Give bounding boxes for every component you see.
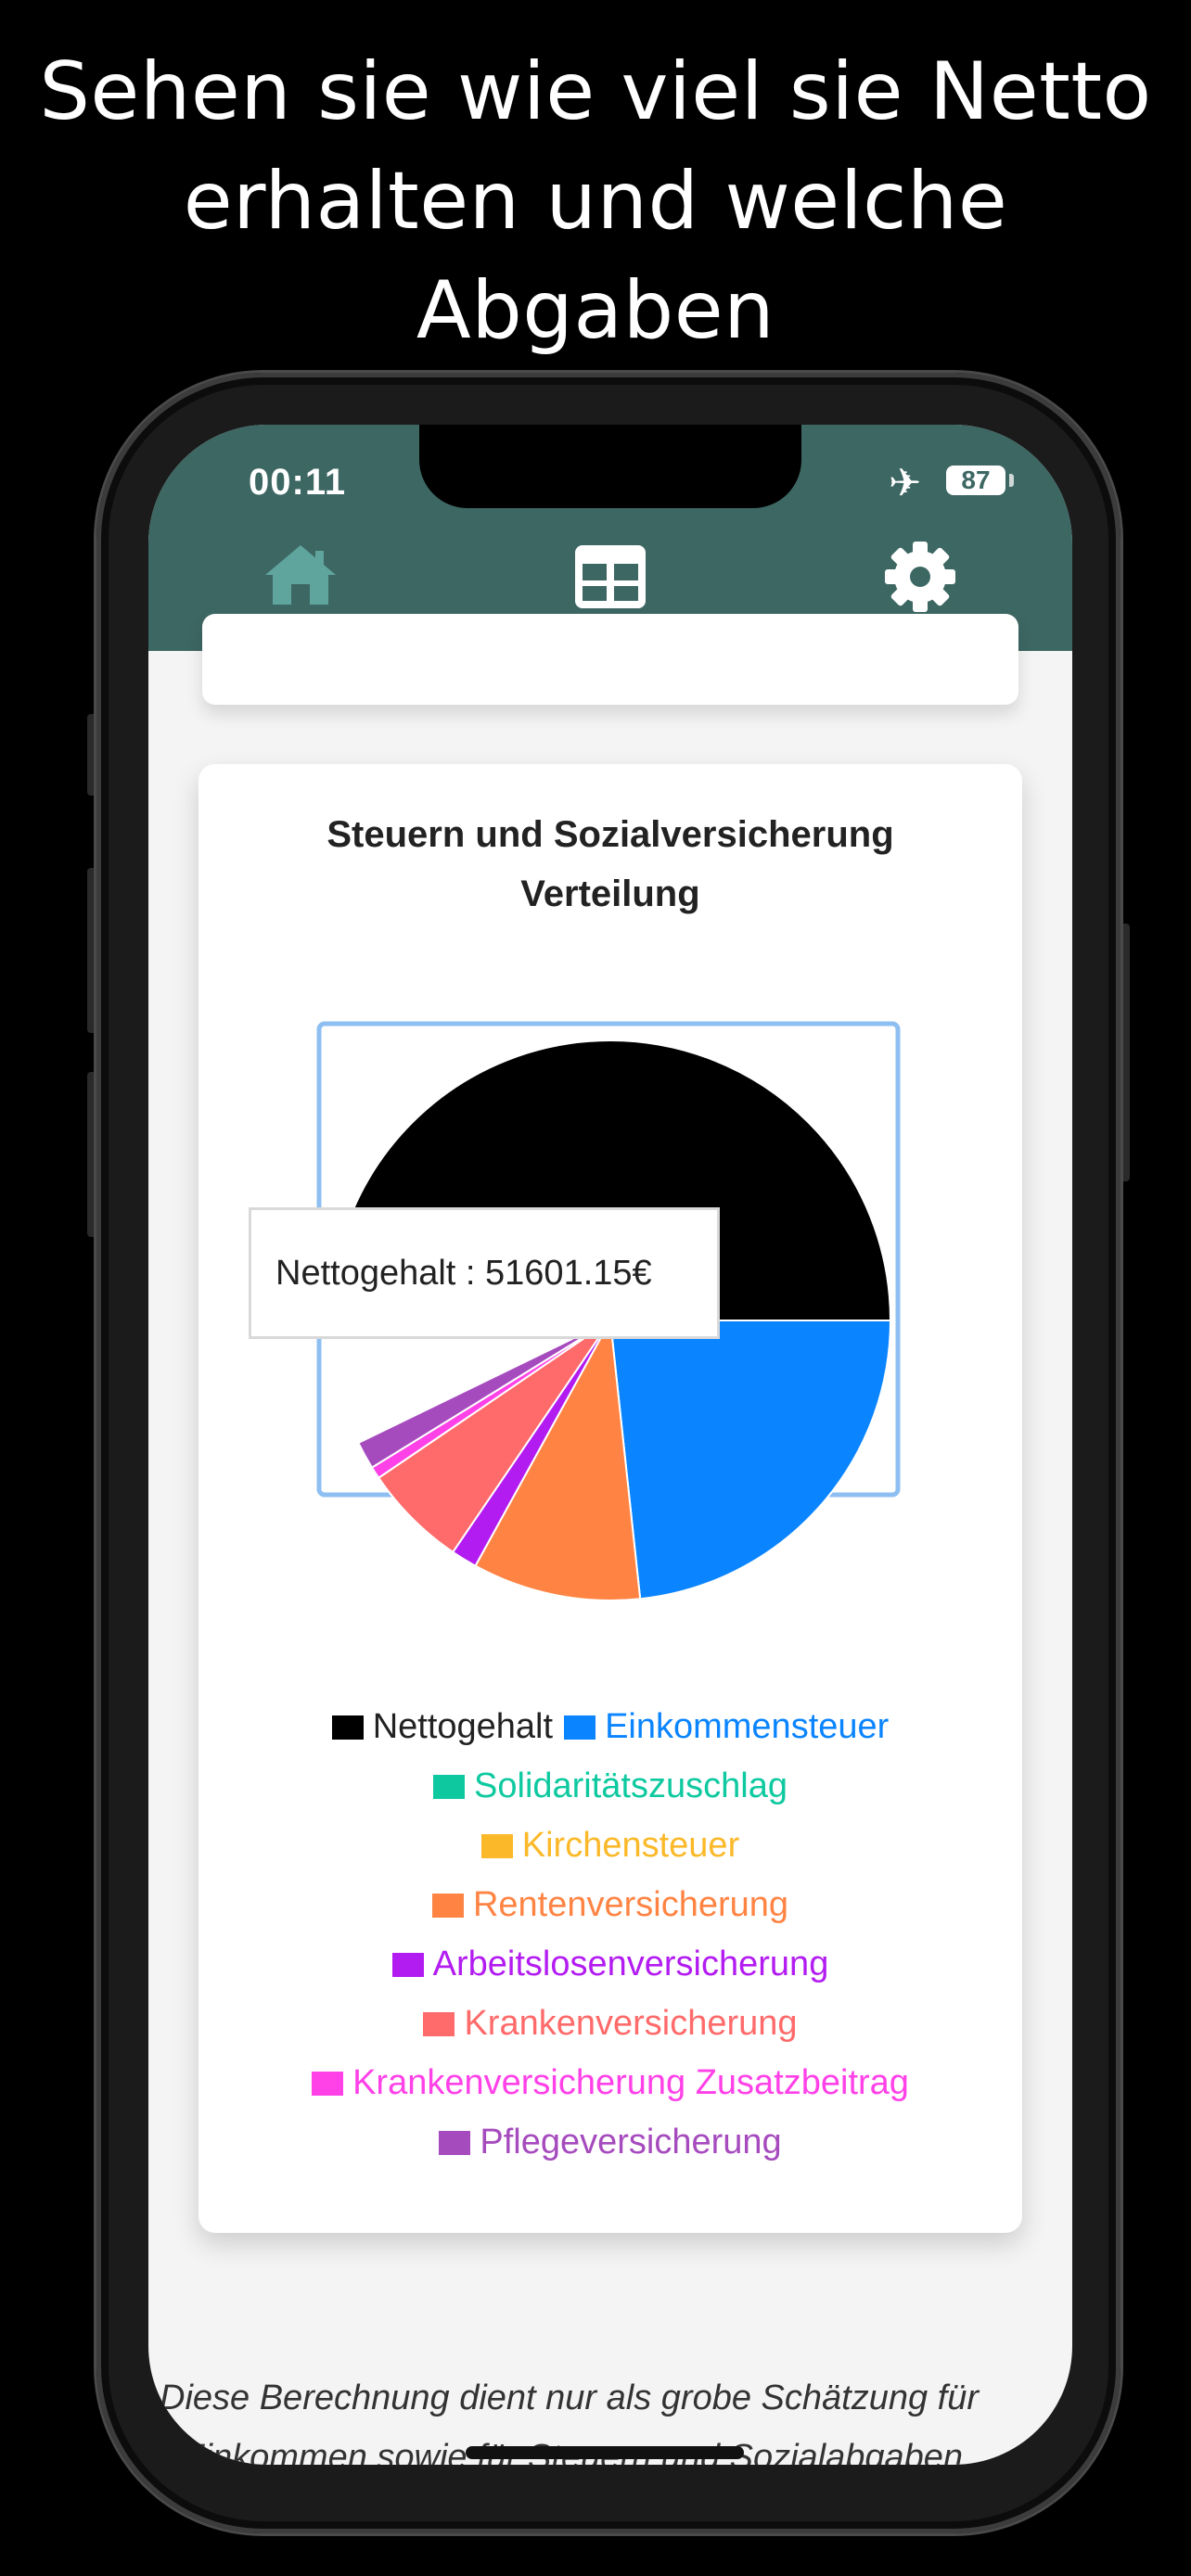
power-button (1121, 924, 1130, 1181)
previous-card (202, 614, 1018, 705)
legend-item-solidarit-tszuschlag[interactable]: Solidaritätszuschlag (433, 1756, 788, 1816)
legend-label: Krankenversicherung (464, 2004, 798, 2043)
legend-label: Rentenversicherung (472, 1885, 789, 1924)
app-screen: 00:11 ✈ 87 Steuern und Sozialversicherun… (148, 425, 1072, 2465)
legend-row: Krankenversicherung Zusatzbeitrag (198, 2053, 1022, 2112)
airplane-mode-icon: ✈ (889, 460, 922, 505)
disclaimer-line-1: Diese Berechnung dient nur als grobe Sch… (160, 2378, 979, 2417)
legend-item-rentenversicherung[interactable]: Rentenversicherung (431, 1875, 789, 1934)
legend-swatch (331, 1715, 364, 1740)
legend-swatch (439, 2131, 471, 2155)
camera-notch (419, 425, 801, 508)
chart-tooltip: Nettogehalt : 51601.15€ (249, 1207, 720, 1339)
legend-item-einkommensteuer[interactable]: Einkommensteuer (564, 1697, 889, 1756)
pie-slice-einkommensteuer[interactable] (608, 1320, 892, 1600)
battery-indicator: 87 (946, 465, 1005, 495)
legend-swatch (564, 1715, 596, 1740)
legend-swatch (391, 1953, 424, 1977)
legend-row: Krankenversicherung (198, 1994, 1022, 2053)
home-icon[interactable] (263, 543, 338, 608)
legend-row: Kirchensteuer (198, 1816, 1022, 1875)
legend-row: Arbeitslosenversicherung (198, 1934, 1022, 1994)
legend-swatch (433, 1775, 466, 1799)
distribution-card: Steuern und Sozialversicherung Verteilun… (198, 764, 1022, 2233)
legend-label: Krankenversicherung Zusatzbeitrag (352, 2063, 909, 2102)
legend-swatch (423, 2012, 455, 2036)
legend-label: Pflegeversicherung (480, 2123, 782, 2162)
legend-swatch (480, 1834, 513, 1858)
chart-legend: Nettogehalt Einkommensteuer Solidaritätszu… (198, 1697, 1022, 2172)
legend-label: Kirchensteuer (521, 1826, 740, 1865)
legend-label: Solidaritätszuschlag (474, 1766, 788, 1805)
legend-swatch (431, 1894, 464, 1918)
table-icon[interactable] (573, 543, 647, 610)
battery-tip (1009, 474, 1014, 487)
mute-switch (87, 714, 96, 796)
volume-up-button (87, 868, 96, 1033)
legend-label: Einkommensteuer (605, 1707, 890, 1746)
legend-item-kirchensteuer[interactable]: Kirchensteuer (480, 1816, 740, 1875)
legend-item-nettogehalt[interactable]: Nettogehalt (331, 1697, 554, 1756)
gear-icon[interactable] (883, 540, 957, 614)
legend-label: Arbeitslosenversicherung (432, 1945, 829, 1983)
legend-row: Nettogehalt Einkommensteuer (198, 1697, 1022, 1756)
headline-line-2: erhalten und welche Abgaben (183, 155, 1008, 357)
legend-item-krankenversicherung-zusatzbeitrag[interactable]: Krankenversicherung Zusatzbeitrag (312, 2053, 909, 2112)
legend-item-pflegeversicherung[interactable]: Pflegeversicherung (439, 2112, 782, 2172)
legend-label: Nettogehalt (372, 1707, 554, 1746)
headline-line-1: Sehen sie wie viel sie Netto (39, 45, 1152, 138)
volume-down-button (87, 1072, 96, 1237)
legend-row: Solidaritätszuschlag (198, 1756, 1022, 1816)
home-indicator[interactable] (466, 2446, 744, 2459)
legend-row: Rentenversicherung (198, 1875, 1022, 1934)
legend-item-krankenversicherung[interactable]: Krankenversicherung (423, 1994, 798, 2053)
legend-row: Pflegeversicherung (198, 2112, 1022, 2172)
status-time: 00:11 (249, 462, 347, 503)
legend-item-arbeitslosenversicherung[interactable]: Arbeitslosenversicherung (391, 1934, 829, 1994)
legend-swatch (312, 2072, 344, 2096)
